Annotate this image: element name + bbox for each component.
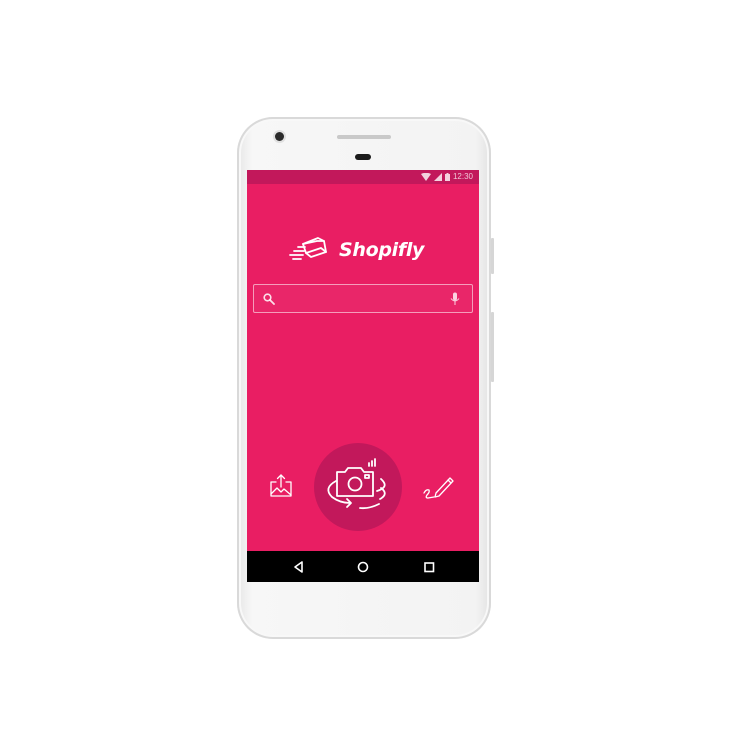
search-input[interactable] — [280, 289, 452, 311]
status-icons: 12:30 — [420, 172, 473, 182]
proximity-sensor — [355, 154, 371, 160]
wifi-icon — [420, 173, 431, 181]
search-bar[interactable] — [253, 284, 473, 313]
nav-back-button[interactable] — [291, 559, 307, 575]
flying-wallet-icon — [289, 237, 327, 260]
app-name: Shopifly — [339, 239, 425, 261]
search-icon[interactable] — [263, 293, 275, 305]
battery-icon — [444, 173, 450, 181]
front-camera — [275, 132, 284, 141]
gallery-upload-button[interactable] — [268, 473, 294, 499]
recents-square-icon — [424, 562, 435, 573]
volume-button — [491, 312, 494, 382]
app-logo: Shopifly — [287, 232, 424, 268]
stage: 12:30 Shopifly — [0, 0, 750, 750]
draw-search-button[interactable] — [422, 474, 456, 502]
status-bar: 12:30 — [247, 170, 479, 184]
signal-icon — [433, 173, 442, 181]
pencil-draw-icon — [423, 477, 454, 499]
ear-speaker — [337, 135, 391, 139]
nav-recents-button[interactable] — [421, 559, 437, 575]
microphone-icon[interactable] — [450, 292, 460, 306]
system-nav-bar — [247, 551, 479, 582]
camera-capture-button[interactable] — [314, 443, 402, 531]
image-upload-icon — [270, 474, 292, 497]
home-circle-icon — [357, 561, 369, 573]
status-time: 12:30 — [452, 172, 473, 181]
action-row — [247, 443, 479, 533]
power-button — [491, 238, 494, 274]
nav-home-button[interactable] — [355, 559, 371, 575]
app-screen: 12:30 Shopifly — [247, 170, 479, 582]
back-triangle-icon — [294, 561, 303, 573]
camera-rotate-icon — [327, 458, 386, 510]
